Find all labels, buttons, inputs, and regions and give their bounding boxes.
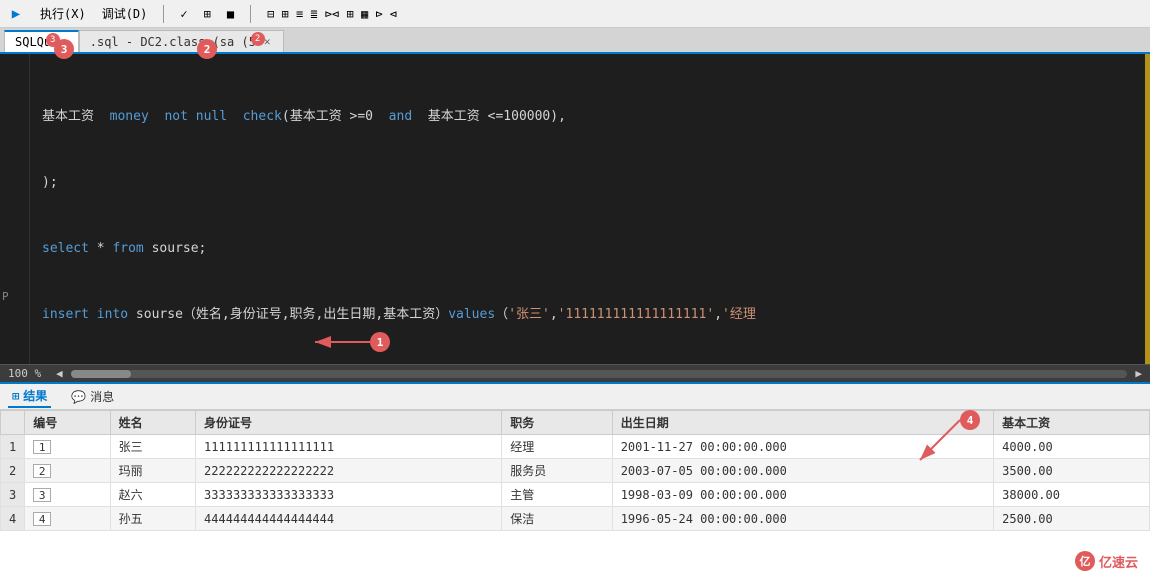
scroll-thumb bbox=[71, 370, 131, 378]
td-idnum-4: 444444444444444444 bbox=[196, 507, 502, 531]
check-icon: ✓ bbox=[180, 7, 187, 21]
td-name-4: 孙五 bbox=[110, 507, 195, 531]
table-row: 2 2 玛丽 222222222222222222 服务员 2003-07-05… bbox=[1, 459, 1150, 483]
table-icon: ⊞ bbox=[12, 389, 19, 403]
debug-label: 调试(D) bbox=[102, 5, 148, 22]
td-dob-2: 2003-07-05 00:00:00.000 bbox=[612, 459, 993, 483]
code-area[interactable]: 基本工资 money not null check(基本工资 >=0 and 基… bbox=[30, 54, 1150, 364]
right-indicator bbox=[1145, 54, 1150, 364]
results-tab-label-1: 结果 bbox=[23, 387, 47, 404]
toolbar: ▶ 执行(X) 调试(D) ✓ ⊞ ■ ⊟ ⊞ ≡ ≣ ⊳⊲ ⊞ ▦ ⊳ ⊲ bbox=[0, 0, 1150, 28]
data-table: 编号 姓名 身份证号 职务 出生日期 基本工资 1 1 张三 111111111… bbox=[0, 410, 1150, 531]
grid-icon: ⊞ bbox=[204, 7, 211, 21]
tab-badge-2: 2 bbox=[251, 32, 265, 46]
td-name-1: 张三 bbox=[110, 435, 195, 459]
th-id: 编号 bbox=[25, 411, 110, 435]
td-salary-2: 3500.00 bbox=[994, 459, 1150, 483]
sql-editor[interactable]: 基本工资 money not null check(基本工资 >=0 and 基… bbox=[0, 54, 1150, 364]
td-idnum-2: 222222222222222222 bbox=[196, 459, 502, 483]
table-row: 1 1 张三 111111111111111111 经理 2001-11-27 … bbox=[1, 435, 1150, 459]
results-area: ⊞ 结果 💬 消息 编号 姓名 身份证号 职务 出生日期 基本工 bbox=[0, 382, 1150, 577]
td-dob-3: 1998-03-09 00:00:00.000 bbox=[612, 483, 993, 507]
code-line-3: select * from sourse; bbox=[42, 238, 1138, 260]
tab-bar: SQLQu 3 ✕ .sql - DC2.class (sa (5 2 ✕ bbox=[0, 28, 1150, 54]
stop-btn[interactable]: ■ bbox=[223, 5, 238, 23]
td-dob-1: 2001-11-27 00:00:00.000 bbox=[612, 435, 993, 459]
execute-label: 执行(X) bbox=[40, 5, 86, 22]
td-job-4: 保洁 bbox=[502, 507, 612, 531]
annotation-circle-3: 3 bbox=[54, 39, 74, 59]
main-area: 基本工资 money not null check(基本工资 >=0 and 基… bbox=[0, 54, 1150, 577]
td-rownum-3: 3 bbox=[1, 483, 25, 507]
td-job-3: 主管 bbox=[502, 483, 612, 507]
check-btn[interactable]: ✓ bbox=[176, 5, 191, 23]
p-marker: P bbox=[2, 290, 9, 303]
sql-editor-container: 基本工资 money not null check(基本工资 >=0 and 基… bbox=[0, 54, 1150, 364]
td-idnum-1: 111111111111111111 bbox=[196, 435, 502, 459]
th-job: 职务 bbox=[502, 411, 612, 435]
tab-sql-2[interactable]: .sql - DC2.class (sa (5 2 ✕ bbox=[79, 30, 284, 52]
debug-menu[interactable]: 调试(D) bbox=[98, 3, 152, 24]
td-job-1: 经理 bbox=[502, 435, 612, 459]
code-line-2: ); bbox=[42, 172, 1138, 194]
td-dob-4: 1996-05-24 00:00:00.000 bbox=[612, 507, 993, 531]
watermark-icon: 亿 bbox=[1075, 551, 1095, 571]
layout-icon: ⊟ ⊞ ≡ ≣ ⊳⊲ ⊞ ▦ ⊳ ⊲ bbox=[267, 7, 397, 21]
th-name: 姓名 bbox=[110, 411, 195, 435]
scroll-track[interactable] bbox=[71, 370, 1128, 378]
td-idnum-3: 333333333333333333 bbox=[196, 483, 502, 507]
table-row: 4 4 孙五 444444444444444444 保洁 1996-05-24 … bbox=[1, 507, 1150, 531]
td-salary-3: 38000.00 bbox=[994, 483, 1150, 507]
td-job-2: 服务员 bbox=[502, 459, 612, 483]
td-salary-4: 2500.00 bbox=[994, 507, 1150, 531]
play-icon: ▶ bbox=[8, 6, 24, 22]
tab-label-2: .sql - DC2.class (sa (5 bbox=[90, 35, 256, 49]
results-tab-table[interactable]: ⊞ 结果 bbox=[8, 385, 51, 408]
td-id-2: 2 bbox=[25, 459, 110, 483]
td-id-3: 3 bbox=[25, 483, 110, 507]
results-tab-message[interactable]: 💬 消息 bbox=[67, 386, 118, 407]
td-name-2: 玛丽 bbox=[110, 459, 195, 483]
grid-icon-btn[interactable]: ⊞ bbox=[200, 5, 215, 23]
zoom-level: 100 % bbox=[8, 367, 48, 380]
watermark: 亿 亿速云 bbox=[1075, 551, 1138, 571]
scroll-left-arrow[interactable]: ◀ bbox=[56, 367, 63, 380]
td-rownum-1: 1 bbox=[1, 435, 25, 459]
divider-1 bbox=[163, 5, 164, 23]
table-header-row: 编号 姓名 身份证号 职务 出生日期 基本工资 bbox=[1, 411, 1150, 435]
th-rownum bbox=[1, 411, 25, 435]
stop-icon: ■ bbox=[227, 7, 234, 21]
watermark-text: 亿速云 bbox=[1099, 552, 1138, 571]
more-icons[interactable]: ⊟ ⊞ ≡ ≣ ⊳⊲ ⊞ ▦ ⊳ ⊲ bbox=[263, 5, 401, 23]
line-numbers bbox=[0, 54, 30, 364]
td-name-3: 赵六 bbox=[110, 483, 195, 507]
th-salary: 基本工资 bbox=[994, 411, 1150, 435]
results-tab-label-2: 消息 bbox=[90, 388, 114, 405]
td-id-4: 4 bbox=[25, 507, 110, 531]
divider-2 bbox=[250, 5, 251, 23]
code-line-1: 基本工资 money not null check(基本工资 >=0 and 基… bbox=[42, 106, 1138, 128]
results-tabs: ⊞ 结果 💬 消息 bbox=[0, 384, 1150, 410]
code-line-4: insert into sourse（姓名,身份证号,职务,出生日期,基本工资）… bbox=[42, 304, 1138, 326]
annotation-circle-2: 2 bbox=[197, 39, 217, 59]
message-icon: 💬 bbox=[71, 390, 86, 404]
th-dob: 出生日期 bbox=[612, 411, 993, 435]
th-idnum: 身份证号 bbox=[196, 411, 502, 435]
td-id-1: 1 bbox=[25, 435, 110, 459]
scroll-right-arrow[interactable]: ▶ bbox=[1135, 367, 1142, 380]
scroll-area[interactable]: 100 % ◀ ▶ bbox=[0, 364, 1150, 382]
execute-menu[interactable]: 执行(X) bbox=[36, 3, 90, 24]
td-salary-1: 4000.00 bbox=[994, 435, 1150, 459]
play-btn[interactable]: ▶ bbox=[4, 4, 28, 24]
data-table-wrapper[interactable]: 编号 姓名 身份证号 职务 出生日期 基本工资 1 1 张三 111111111… bbox=[0, 410, 1150, 577]
td-rownum-4: 4 bbox=[1, 507, 25, 531]
td-rownum-2: 2 bbox=[1, 459, 25, 483]
table-row: 3 3 赵六 333333333333333333 主管 1998-03-09 … bbox=[1, 483, 1150, 507]
